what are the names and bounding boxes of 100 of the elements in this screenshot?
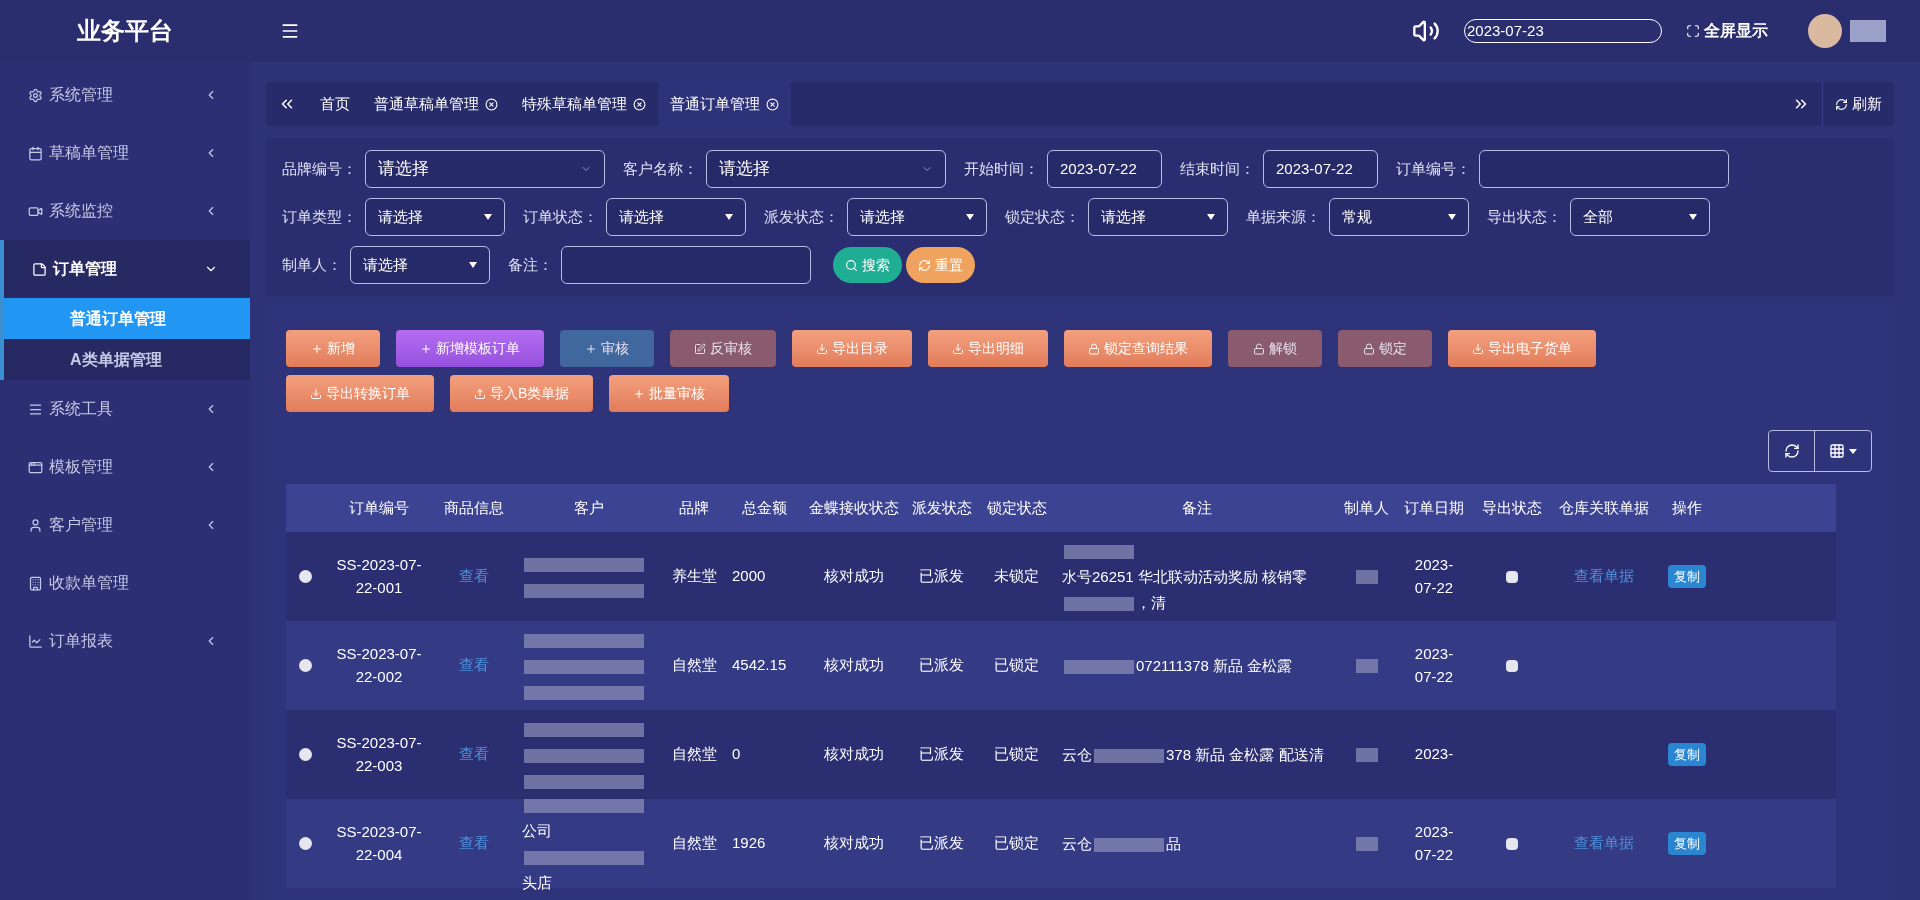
select-field[interactable]: 请选择 [365,198,505,236]
avatar[interactable] [1808,14,1842,48]
table-cell-text: 1926 [731,833,767,854]
cell-text: 品 [1166,833,1181,854]
cell-text: 云仓 [1062,744,1092,765]
lock-icon [1363,342,1375,355]
sidebar-item[interactable]: 系统监控 [0,182,250,240]
close-icon[interactable] [633,97,646,111]
column-header: 品牌 [678,497,710,518]
select-field[interactable]: 请选择 [706,150,946,188]
copy-button[interactable]: 复制 [1667,742,1706,767]
view-documents-link[interactable]: 查看单据 [1574,567,1634,585]
brand-title: 业务平台 [76,16,174,46]
table-cell-text: SS-2023-07-22-003 [335,733,423,776]
table-cell-text: 4542.15 [731,655,788,676]
sidebar-item[interactable]: 系统管理 [0,66,250,124]
note-icon [32,261,47,277]
page-tab[interactable]: 首页 [308,82,362,126]
table-cell-text: 核对成功 [823,566,885,587]
select-field[interactable]: 常规 [1329,198,1469,236]
view-link[interactable]: 查看 [459,745,489,763]
caret-icon [1849,448,1857,454]
sidebar-item[interactable]: 客户管理 [0,496,250,554]
table-cell-text: 已锁定 [993,655,1040,676]
refresh-icon [918,258,931,272]
column-header: 仓库关联单据 [1558,497,1650,518]
field-label: 品牌编号： [282,158,357,179]
table-cell-text: 2023- [1413,744,1455,765]
blurred-block [1355,658,1378,673]
field-label: 备注： [508,254,553,275]
column-header: 商品信息 [443,497,505,518]
table-cell-text: 未锁定 [993,566,1040,587]
copy-button[interactable]: 复制 [1667,564,1706,589]
table-cell-text: 养生堂 [670,566,718,587]
page-tab[interactable]: 特殊草稿单管理 [510,82,658,126]
blurred-block [1094,837,1164,852]
column-header: 订单日期 [1403,497,1465,518]
sidebar-item[interactable]: 订单报表 [0,612,250,670]
menu-icon[interactable] [280,21,300,41]
date-field[interactable]: 2023-07-22 [1263,150,1378,188]
column-header: 派发状态 [910,497,973,518]
date-field[interactable]: 2023-07-22 [1047,150,1162,188]
search-icon [845,258,858,272]
export-checkbox[interactable] [1505,659,1518,672]
close-icon[interactable] [766,97,779,111]
row-radio[interactable] [298,748,312,761]
download-icon [952,342,964,355]
row-radio[interactable] [298,659,312,672]
table-cell-text: 已派发 [918,566,965,587]
table-cell-text: 已锁定 [993,744,1040,765]
table-cell-text: 核对成功 [823,833,885,854]
refresh-icon [1835,97,1848,111]
text-field[interactable] [561,246,811,284]
row-radio[interactable] [298,570,312,583]
copy-button[interactable]: 复制 [1667,831,1706,856]
sidebar-subitem[interactable]: A类单据管理 [4,339,250,380]
page-tab[interactable]: 普通草稿单管理 [362,82,510,126]
blurred-block [1355,747,1378,762]
field-label: 派发状态： [764,206,839,227]
column-header: 订单编号 [348,497,410,518]
sidebar-item[interactable]: 模板管理 [0,438,250,496]
plus-icon [311,342,323,355]
refresh-icon [1783,443,1800,459]
select-field[interactable]: 请选择 [606,198,746,236]
plus-icon [585,342,597,355]
select-field[interactable]: 请选择 [365,150,605,188]
field-label: 锁定状态： [1005,206,1080,227]
field-label: 结束时间： [1180,158,1255,179]
sidebar-item[interactable]: 收款单管理 [0,554,250,612]
line-chart-icon [28,633,43,649]
select-field[interactable]: 请选择 [350,246,490,284]
sidebar-item[interactable]: 草稿单管理 [0,124,250,182]
cell-text: 云仓 [1062,833,1092,854]
table-cell-text: 2023-07-22 [1413,644,1455,687]
field-label: 导出状态： [1487,206,1562,227]
select-field[interactable]: 全部 [1570,198,1710,236]
select-field[interactable]: 请选择 [847,198,987,236]
column-header: 锁定状态 [985,497,1048,518]
export-checkbox[interactable] [1505,570,1518,583]
select-field[interactable]: 请选择 [1088,198,1228,236]
refresh-button[interactable]: 刷新 [1822,82,1894,126]
field-label: 制单人： [282,254,342,275]
table-cell-text: SS-2023-07-22-002 [335,644,423,687]
view-link[interactable]: 查看 [459,567,489,585]
action-button[interactable]: 新增模板订单 [396,330,544,367]
page-tab[interactable]: 普通订单管理 [658,82,791,126]
row-radio[interactable] [298,837,312,850]
blurred-block [1850,20,1886,42]
cell-text: 头店 [522,872,552,893]
calendar-icon [28,145,43,161]
caret-icon [966,214,974,220]
window-icon [28,459,43,475]
text-field[interactable] [1479,150,1729,188]
gear-icon [28,87,43,103]
sidebar-item[interactable]: 系统工具 [0,380,250,438]
close-icon[interactable] [485,97,498,111]
export-checkbox[interactable] [1505,837,1518,850]
sidebar-item[interactable]: 订单管理 [4,240,250,298]
blurred-block [1355,836,1378,851]
fullscreen-button[interactable]: 全屏显示 [1686,19,1768,43]
